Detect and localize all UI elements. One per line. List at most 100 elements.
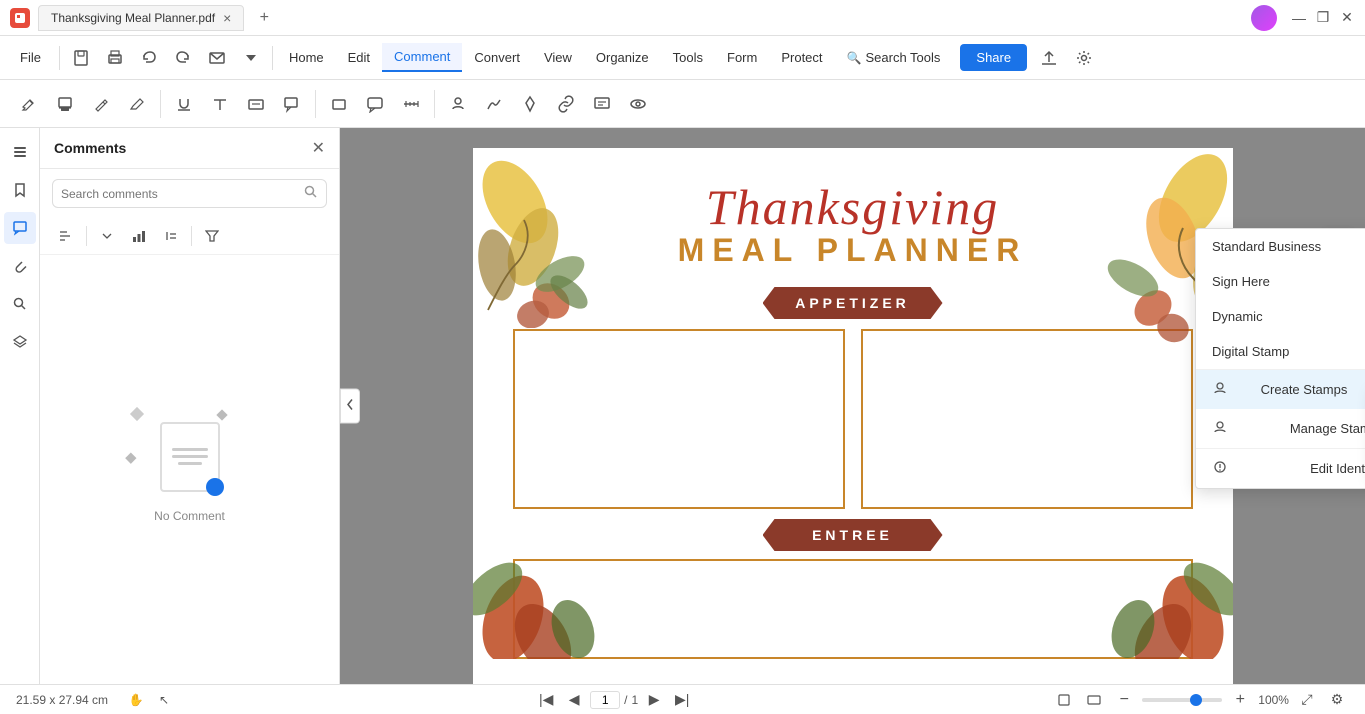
win-maximize-button[interactable]: ❐ (1315, 10, 1331, 26)
text-button[interactable] (203, 87, 237, 121)
list-button[interactable] (157, 222, 185, 250)
new-tab-button[interactable]: + (252, 6, 276, 30)
menu-item-file[interactable]: File (6, 44, 55, 71)
dropdown-item-create-stamps[interactable]: Create Stamps › (1196, 370, 1365, 409)
stamp2-button[interactable] (441, 87, 475, 121)
meal-planner-title: MEAL PLANNER (678, 232, 1028, 269)
link-button[interactable] (549, 87, 583, 121)
win-minimize-button[interactable]: — (1291, 10, 1307, 26)
shape-button[interactable] (322, 87, 356, 121)
menu-item-home[interactable]: Home (277, 44, 336, 71)
sidebar-icon-comment-active[interactable] (4, 212, 36, 244)
menu-item-edit[interactable]: Edit (336, 44, 382, 71)
measure-button[interactable] (394, 87, 428, 121)
dropdown-item-standard-business[interactable]: Standard Business › (1196, 229, 1365, 264)
email-button[interactable] (200, 41, 234, 75)
callout2-button[interactable] (358, 87, 392, 121)
upload-button[interactable] (1035, 44, 1063, 72)
toolbar-sep-2 (315, 90, 316, 118)
stamp-button[interactable] (48, 87, 82, 121)
menu-item-form[interactable]: Form (715, 44, 769, 71)
callout-button[interactable] (275, 87, 309, 121)
comments-panel: Comments ✕ (40, 128, 340, 684)
dropdown-item-manage-stamp[interactable]: Manage Stamp (1196, 409, 1365, 448)
cursor-tools: ✋ ↖ (124, 688, 176, 712)
freehand-button[interactable] (477, 87, 511, 121)
zoom-in-button[interactable]: + (1228, 688, 1252, 712)
search-tools-button[interactable]: 🔍 Search Tools (835, 44, 953, 71)
appetizer-banner: APPETIZER (763, 287, 943, 319)
sidebar-icon-menu[interactable] (4, 136, 36, 168)
search-tools-icon: 🔍 (847, 51, 862, 65)
menu-item-view[interactable]: View (532, 44, 584, 71)
page-header-area: Thanksgiving MEAL PLANNER (473, 148, 1233, 279)
select-tool-button[interactable]: ↖ (152, 688, 176, 712)
dropdown-item-digital-stamp[interactable]: Digital Stamp › (1196, 334, 1365, 369)
menu-item-comment[interactable]: Comment (382, 43, 462, 72)
fullscreen-button[interactable]: ⤢ (1295, 688, 1319, 712)
filter-button[interactable] (198, 222, 226, 250)
sidebar-icon-search[interactable] (4, 288, 36, 320)
redo-button[interactable] (166, 41, 200, 75)
entree-section: ENTREE (513, 519, 1193, 659)
edit-identity-icon (1212, 459, 1228, 478)
settings2-button[interactable]: ⚙ (1325, 688, 1349, 712)
review-button[interactable] (585, 87, 619, 121)
no-comment-area: No Comment (40, 255, 339, 684)
pin-button[interactable] (513, 87, 547, 121)
dropdown-item-sign-here[interactable]: Sign Here › (1196, 264, 1365, 299)
first-page-button[interactable]: |◀ (534, 688, 558, 712)
last-page-button[interactable]: ▶| (670, 688, 694, 712)
textbox-button[interactable] (239, 87, 273, 121)
toolbar (0, 80, 1365, 128)
menu-item-protect[interactable]: Protect (769, 44, 834, 71)
scroll-left-button[interactable] (340, 389, 360, 424)
search-comments-input[interactable] (61, 187, 298, 201)
comments-close-button[interactable]: ✕ (312, 138, 325, 158)
sidebar-icon-bookmark[interactable] (4, 174, 36, 206)
sort-button[interactable] (52, 222, 80, 250)
chart-button[interactable] (125, 222, 153, 250)
file-tab[interactable]: Thanksgiving Meal Planner.pdf × (38, 5, 244, 31)
eye-button[interactable] (621, 87, 655, 121)
document-dimensions: 21.59 x 27.94 cm (16, 693, 108, 707)
page-number-input[interactable] (590, 691, 620, 709)
sidebar-icon-attachment[interactable] (4, 250, 36, 282)
sidebar-icon-layers[interactable] (4, 326, 36, 358)
deco-diamond-2 (216, 409, 227, 420)
win-close-button[interactable]: ✕ (1339, 10, 1355, 26)
highlighter-button[interactable] (12, 87, 46, 121)
hand-tool-button[interactable]: ✋ (124, 688, 148, 712)
dropdown-item-dynamic[interactable]: Dynamic › (1196, 299, 1365, 334)
share-button[interactable]: Share (960, 44, 1027, 71)
dropdown-button[interactable] (234, 41, 268, 75)
main-content: Comments ✕ (0, 128, 1365, 684)
comment-tools (40, 218, 339, 255)
dropdown-item-edit-identity[interactable]: Edit Identity (1196, 449, 1365, 488)
tab-close-button[interactable]: × (223, 10, 231, 26)
zoom-controls: − + 100% ⤢ ⚙ (1052, 688, 1349, 712)
expand-button[interactable] (93, 222, 121, 250)
pen-button[interactable] (84, 87, 118, 121)
prev-page-button[interactable]: ◀ (562, 688, 586, 712)
eraser-button[interactable] (120, 87, 154, 121)
menu-item-organize[interactable]: Organize (584, 44, 661, 71)
zoom-out-button[interactable]: − (1112, 688, 1136, 712)
zoom-slider[interactable] (1142, 698, 1222, 702)
pdf-viewer[interactable]: Thanksgiving MEAL PLANNER APPETIZER ENTR… (340, 128, 1365, 684)
print-button[interactable] (98, 41, 132, 75)
undo-button[interactable] (132, 41, 166, 75)
menu-item-tools[interactable]: Tools (661, 44, 715, 71)
search-icon[interactable] (304, 185, 318, 202)
search-tools-label: Search Tools (865, 50, 940, 65)
underline-button[interactable] (167, 87, 201, 121)
profile-avatar[interactable] (1251, 5, 1277, 31)
page-background: Thanksgiving MEAL PLANNER APPETIZER ENTR… (473, 148, 1233, 659)
page-fit-button[interactable] (1052, 688, 1076, 712)
menu-item-convert[interactable]: Convert (462, 44, 532, 71)
dropdown-item-label: Create Stamps (1261, 382, 1348, 397)
settings-button[interactable] (1067, 41, 1101, 75)
next-page-button[interactable]: ▶ (642, 688, 666, 712)
save-button[interactable] (64, 41, 98, 75)
page-fit2-button[interactable] (1082, 688, 1106, 712)
